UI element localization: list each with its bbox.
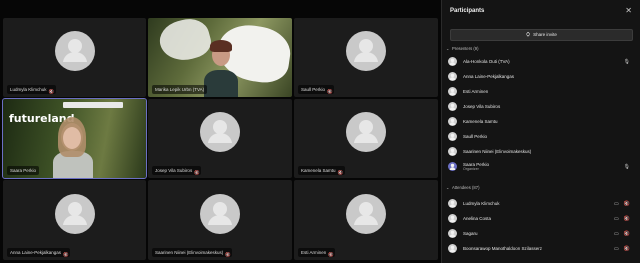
participant-name: Saarinen Niinei (Elinvoimakeskus) [155,250,224,255]
avatar [346,193,386,234]
share-invite-button[interactable]: ⛭ Share invite [450,29,633,41]
avatar [54,31,95,72]
participant-tile[interactable]: Kamenela Samtu 🔇 [294,99,438,178]
participant-row[interactable]: Saull Perkio [446,129,636,144]
participant-name: Esti Arminen [301,250,327,255]
mic-off-icon: 🔇 [327,89,333,94]
mic-icon[interactable]: 🎙 [624,164,630,170]
avatar [448,229,457,238]
participant-name: Esti Arminen [463,89,489,94]
avatar [448,102,457,111]
participant-name: Saarinen Niinei (Elinvoimakeskus) [463,149,532,154]
mic-off-icon[interactable]: 🔇 [624,201,630,207]
mic-off-icon: 🔇 [194,170,200,175]
participant-name: Kamenela Samtu [301,168,336,173]
participant-tile[interactable]: Josep Vila Subiros 🔇 [148,99,292,178]
share-screen-icon[interactable]: ▭ [614,201,619,207]
avatar [448,87,457,96]
participant-tile[interactable]: Ludmyla Klimchuk 🔇 [3,18,146,97]
avatar [200,112,240,153]
participant-role: Organizer [463,167,479,171]
avatar [448,57,457,66]
participant-row[interactable]: Saarinen Niinei (Elinvoimakeskus) [446,144,636,159]
share-screen-icon[interactable]: ▭ [614,231,619,237]
participant-tile[interactable]: Anna Laine-Pekjalkangas 🔇 [3,180,146,260]
avatar [54,193,95,234]
participant-name: Anna Laine-Pekjalkangas [463,74,515,79]
participant-row[interactable]: Anna Laine-Pekjalkangas [446,69,636,84]
participant-name: Saull Perkio [463,134,488,139]
participant-row[interactable]: Anelina Costa ▭ 🔇 [446,211,636,226]
avatar [346,31,386,72]
mic-off-icon: 🔇 [328,252,334,257]
mic-off-icon[interactable]: 🔇 [624,216,630,222]
avatar [448,117,457,126]
participant-row[interactable]: Ludmyla Klimchuk ▭ 🔇 [446,196,636,211]
mic-icon[interactable]: 🎙 [624,59,630,65]
panel-title: Participants [450,8,485,14]
participant-name: Sagaru [463,231,478,236]
teams-meeting-window: Ludmyla Klimchuk 🔇 Marika Lepik Urbn (TVA… [0,0,640,263]
participant-name: Saull Perkio [301,87,326,92]
participant-row[interactable]: Boonsarawop Manothaldoon Szilasserz ▭ 🔇 [446,241,636,256]
participant-name: Ludmyla Klimchuk [463,201,500,206]
presenter-video [204,70,238,97]
avatar [346,112,386,153]
participant-row[interactable]: Kamenela Samtu [446,114,636,129]
avatar [448,199,457,208]
participant-row[interactable]: Josep Vila Subiros [446,99,636,114]
attendees-section-label: Attendees (87) [452,185,480,190]
participant-row[interactable]: Sagaru ▭ 🔇 [446,226,636,241]
share-invite-label: Share invite [533,32,557,37]
participant-row[interactable]: Ala-Honkola Outi (TVA) 🎙 [446,54,636,69]
mic-off-icon[interactable]: 🔇 [624,246,630,252]
avatar [448,72,457,81]
mic-off-icon: 🔇 [225,252,231,257]
participant-name: Anna Laine-Pekjalkangas [10,250,62,255]
participant-tile[interactable]: Saull Perkio 🔇 [294,18,438,97]
video-grid: Ludmyla Klimchuk 🔇 Marika Lepik Urbn (TVA… [0,0,441,263]
participant-name: Marika Lepik Urbn (TVA) [155,87,205,92]
participant-video-tile[interactable]: futureland Saara Perkio [2,98,147,179]
participant-name: Ala-Honkola Outi (TVA) [463,59,510,64]
participant-tile[interactable]: Saarinen Niinei (Elinvoimakeskus) 🔇 [148,180,292,260]
mic-off-icon[interactable]: 🔇 [624,231,630,237]
avatar [448,132,457,141]
presenters-section-header[interactable]: ⌄ Presenters (9) [446,46,479,51]
participant-row-organizer[interactable]: Saara Perkio Organizer 🎙 [446,159,636,174]
avatar [448,214,457,223]
avatar [448,244,457,253]
attendees-section-header[interactable]: ⌄ Attendees (87) [446,185,479,190]
mic-off-icon: 🔇 [337,170,344,175]
participant-name: Ludmyla Klimchuk [10,87,47,92]
participant-tile[interactable]: Esti Arminen 🔇 [294,180,438,260]
avatar [200,193,240,234]
participant-name: Anelina Costa [463,216,492,221]
participant-name: Kamenela Samtu [463,119,498,124]
participant-name: Josep Vila Subiros [463,104,501,109]
mic-off-icon: 🔇 [63,252,69,257]
avatar [448,147,457,156]
participant-name: Boonsarawop Manothaldoon Szilasserz [463,246,543,251]
participant-row[interactable]: Esti Arminen [446,84,636,99]
participant-name: Saara Perkio [10,168,37,173]
share-icon: ⛭ [526,32,531,38]
presenters-section-label: Presenters (9) [452,46,479,51]
mic-off-icon: 🔇 [48,89,55,94]
close-icon[interactable]: ✕ [625,6,632,15]
share-screen-icon[interactable]: ▭ [614,246,619,252]
share-screen-icon[interactable]: ▭ [614,216,619,222]
sponsor-logos-strip [63,102,123,108]
participant-video-tile[interactable]: Marika Lepik Urbn (TVA) [148,18,292,97]
participant-name: Josep Vila Subiros [155,168,193,173]
avatar [448,162,457,171]
participants-panel: Participants ✕ ⛭ Share invite ⌄ Presenters… [441,0,640,263]
